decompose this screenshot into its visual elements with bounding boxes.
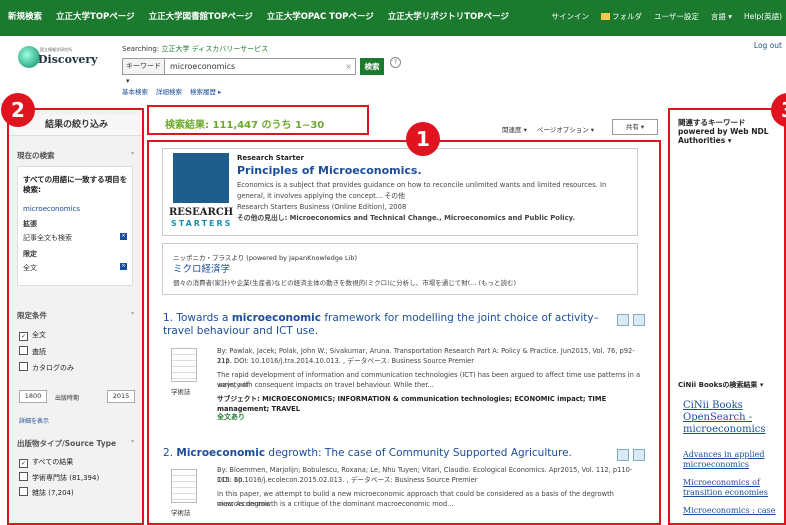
advanced-search-link[interactable]: 詳細検索 [156, 86, 182, 96]
result-item-2: 2. Microeconomic degrowth: The case of C… [163, 447, 645, 523]
search-input[interactable]: microeconomics [170, 59, 235, 74]
search-button[interactable]: 検索 [360, 58, 384, 75]
nav-new-search[interactable]: 新規検索 [8, 10, 42, 22]
checkbox-all-results[interactable]: ✓ すべての結果 [19, 457, 73, 468]
related-book-3[interactable]: Microeconomics : case [683, 506, 775, 515]
searching-label: Searching: 立正大学 ディスカバリーサービス [122, 45, 269, 53]
related-keywords-panel: 関連するキーワード powered by Web NDL Authorities… [668, 108, 786, 525]
search-box: キーワード ▾ microeconomics × [122, 58, 356, 85]
language-menu[interactable]: 言語 ▾ [711, 11, 732, 22]
year-to-input[interactable]: 2015 [107, 390, 135, 403]
source-type-heading[interactable]: 出版物タイプ/Source Type [17, 438, 116, 449]
starter-title-link[interactable]: Principles of Microeconomics. [237, 164, 422, 177]
search-history-link[interactable]: 検索履歴 ▸ [190, 86, 221, 96]
result-2-title[interactable]: 2. Microeconomic degrowth: The case of C… [163, 447, 603, 460]
sort-bar: 関連度 ▾ ページオプション ▾ [502, 124, 594, 134]
current-search-box: すべての用語に一致する項目を検索: microeconomics 拡張 記事全文… [17, 166, 133, 286]
remove-limit-icon[interactable]: × [120, 263, 127, 270]
related-book-2[interactable]: Microeconomics of [683, 478, 760, 487]
checkbox-peer-reviewed[interactable]: 査読 [19, 346, 46, 357]
related-book-1[interactable]: Advances in applied [683, 450, 764, 459]
jk-title-link[interactable]: ミクロ経済学 [173, 261, 230, 275]
basic-search-link[interactable]: 基本検索 [122, 86, 148, 96]
globe-icon [18, 46, 40, 68]
journal-icon [171, 469, 197, 503]
remove-expand-icon[interactable]: × [120, 233, 127, 240]
clear-icon[interactable]: × [345, 59, 352, 74]
folder-icon [601, 13, 611, 20]
discovery-logo[interactable]: 国立情報学研究所 Discovery [18, 44, 118, 72]
chevron-down-icon[interactable]: ▾ [131, 310, 134, 317]
result-item-1: 1. Towards a microeconomic framework for… [163, 312, 645, 432]
refine-panel: 結果の絞り込み 現在の検索 ▾ すべての用語に一致する項目を検索: microe… [7, 108, 144, 525]
top-nav-bar: 新規検索 立正大学TOPページ 立正大学図書館TOPページ 立正大学OPAC T… [0, 0, 786, 36]
current-search-heading[interactable]: 現在の検索 [17, 150, 55, 161]
japanknowledge-box: ニッポニカ・プラスより (powered by JapanKnowledge L… [162, 243, 638, 295]
limit-conditions-heading[interactable]: 限定条件 [17, 310, 47, 321]
add-folder-icon[interactable] [633, 449, 645, 461]
nav-opac-top[interactable]: 立正大学OPAC TOPページ [267, 10, 374, 22]
chevron-down-icon[interactable]: ▾ [131, 438, 134, 445]
opensearch-term-link[interactable]: microeconomics [683, 424, 766, 435]
opensearch-link[interactable]: OpenSearch - [683, 412, 752, 423]
cinii-link[interactable]: CiNii Books [683, 400, 743, 411]
checkbox-fulltext[interactable]: ✓ 全文 [19, 330, 46, 341]
checkbox-catalog-only[interactable]: カタログのみ [19, 362, 74, 373]
folder-link[interactable]: フォルダ [601, 11, 642, 22]
logout-link[interactable]: Log out [754, 41, 782, 50]
preview-icon[interactable] [617, 449, 629, 461]
search-term-link[interactable]: microeconomics [23, 205, 80, 213]
share-button[interactable]: 共有 ▾ [612, 119, 658, 135]
annotation-badge-1: 1 [406, 122, 440, 156]
fulltext-link[interactable]: 全文あり [217, 412, 245, 422]
sign-in-link[interactable]: サインイン [552, 11, 590, 22]
nav-univ-top[interactable]: 立正大学TOPページ [56, 10, 135, 22]
journal-icon [171, 348, 197, 382]
year-from-input[interactable]: 1800 [19, 390, 47, 403]
checkbox-journals[interactable]: 学術専門誌 (81,394) [19, 472, 99, 483]
preview-icon[interactable] [617, 314, 629, 326]
help-icon[interactable]: ? [390, 57, 401, 68]
result-1-title[interactable]: 1. Towards a microeconomic framework for… [163, 312, 603, 338]
result-count-box: 検索結果: 111,447 のうち 1~30 [147, 105, 369, 135]
relevance-sort[interactable]: 関連度 ▾ [502, 124, 527, 134]
help-link[interactable]: Help(英語) [744, 11, 782, 22]
add-folder-icon[interactable] [633, 314, 645, 326]
checkbox-magazines[interactable]: 雑誌 (7,204) [19, 487, 74, 498]
page-options[interactable]: ページオプション ▾ [537, 124, 594, 134]
field-select[interactable]: キーワード ▾ [123, 59, 165, 85]
show-more-link[interactable]: 詳細を表示 [19, 416, 49, 425]
chevron-down-icon[interactable]: ▾ [131, 150, 134, 157]
annotation-badge-2: 2 [1, 93, 35, 127]
nav-repository-top[interactable]: 立正大学リポジトリTOPページ [388, 10, 509, 22]
research-starter: RESEARCH STARTERS Research Starter Princ… [162, 148, 638, 236]
cinii-heading[interactable]: CiNii Booksの検索結果 ▾ [678, 380, 763, 390]
research-starters-logo: RESEARCH STARTERS [169, 153, 233, 231]
results-panel: RESEARCH STARTERS Research Starter Princ… [147, 140, 661, 525]
nav-library-top[interactable]: 立正大学図書館TOPページ [149, 10, 253, 22]
search-header: 国立情報学研究所 Discovery Searching: 立正大学 ディスカバ… [0, 36, 786, 100]
user-settings-link[interactable]: ユーザー設定 [654, 11, 699, 22]
